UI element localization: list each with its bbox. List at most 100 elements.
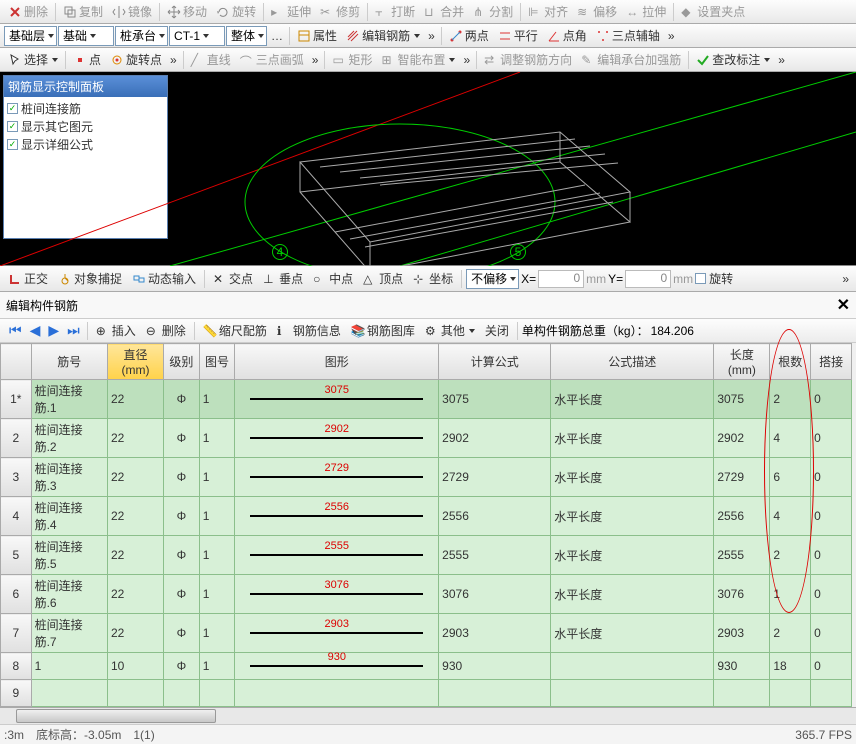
info-btn[interactable]: ℹ钢筋信息	[273, 321, 345, 340]
cell-desc[interactable]: 水平长度	[551, 380, 714, 419]
cell-dia[interactable]: 22	[107, 380, 163, 419]
table-row[interactable]: 1*桩间连接筋.122Φ130753075水平长度307520	[1, 380, 852, 419]
cell-empty[interactable]	[714, 680, 770, 707]
cell-dia[interactable]: 10	[107, 653, 163, 680]
cell-shape[interactable]: 2902	[235, 419, 439, 458]
table-row[interactable]: 5桩间连接筋.522Φ125552555水平长度255520	[1, 536, 852, 575]
row-num[interactable]: 9	[1, 680, 32, 707]
element-select[interactable]: 桩承台	[115, 26, 168, 46]
col-len[interactable]: 长度(mm)	[714, 344, 770, 380]
rotpoint-btn[interactable]: 旋转点	[106, 50, 166, 69]
cell-cnt[interactable]: 4	[770, 419, 811, 458]
cell-grade[interactable]: Φ	[164, 419, 200, 458]
more-6[interactable]: »	[460, 53, 473, 67]
cell-cnt[interactable]: 18	[770, 653, 811, 680]
trim-btn[interactable]: ✂修剪	[316, 2, 364, 21]
cell-len[interactable]: 930	[714, 653, 770, 680]
more-7[interactable]: »	[775, 53, 788, 67]
cell-grade[interactable]: Φ	[164, 575, 200, 614]
cell-calc[interactable]: 3075	[439, 380, 551, 419]
cell-desc[interactable]: 水平长度	[551, 419, 714, 458]
first-btn[interactable]: ⏮	[6, 322, 25, 339]
more-snap[interactable]: »	[839, 272, 852, 286]
x-input[interactable]: 0	[538, 270, 584, 288]
table-row[interactable]: 3桩间连接筋.322Φ127292729水平长度272960	[1, 458, 852, 497]
more-1[interactable]: …	[268, 29, 286, 43]
setgrip-btn[interactable]: ◆设置夹点	[677, 2, 749, 21]
select-btn[interactable]: 选择	[4, 50, 62, 69]
rot-chk[interactable]: ✓旋转	[695, 270, 733, 287]
delete-row-btn[interactable]: ⊖删除	[142, 321, 190, 340]
table-row[interactable]: 9	[1, 680, 852, 707]
delete-btn[interactable]: 删除	[4, 2, 52, 21]
ortho-btn[interactable]: 正交	[4, 269, 52, 288]
cell-name[interactable]: 桩间连接筋.5	[31, 536, 107, 575]
cell-shape[interactable]: 2555	[235, 536, 439, 575]
insert-btn[interactable]: ⊕插入	[92, 321, 140, 340]
cell-lap[interactable]: 0	[811, 380, 852, 419]
lib-btn[interactable]: 📚钢筋图库	[347, 321, 419, 340]
cell-calc[interactable]: 2556	[439, 497, 551, 536]
next-btn[interactable]: ▶	[45, 322, 62, 339]
stretch-btn[interactable]: ↔拉伸	[622, 2, 670, 21]
col-calc[interactable]: 计算公式	[439, 344, 551, 380]
smart-btn[interactable]: ⊞智能布置	[377, 50, 459, 69]
viewmark-btn[interactable]: 查改标注	[692, 50, 774, 69]
prev-btn[interactable]: ◀	[27, 322, 44, 339]
cell-lap[interactable]: 0	[811, 458, 852, 497]
cell-desc[interactable]: 水平长度	[551, 575, 714, 614]
offset-select[interactable]: 不偏移	[466, 269, 519, 289]
cell-cnt[interactable]: 6	[770, 458, 811, 497]
pt-angle-btn[interactable]: 点角	[543, 26, 591, 45]
scale-btn[interactable]: 📏缩尺配筋	[199, 321, 271, 340]
cell-grade[interactable]: Φ	[164, 653, 200, 680]
cell-grade[interactable]: Φ	[164, 497, 200, 536]
perp-btn[interactable]: ⊥垂点	[259, 269, 307, 288]
hscrollbar[interactable]	[0, 707, 856, 724]
cell-grade[interactable]: Φ	[164, 536, 200, 575]
rect-btn[interactable]: ▭矩形	[328, 50, 376, 69]
cell-name[interactable]: 1	[31, 653, 107, 680]
cell-shape[interactable]: 3075	[235, 380, 439, 419]
cell-empty[interactable]	[107, 680, 163, 707]
mid-btn[interactable]: ○中点	[309, 269, 357, 288]
cell-lap[interactable]: 0	[811, 653, 852, 680]
table-row[interactable]: 4桩间连接筋.422Φ125562556水平长度255640	[1, 497, 852, 536]
cell-code[interactable]: 1	[199, 419, 235, 458]
cell-dia[interactable]: 22	[107, 419, 163, 458]
line-btn[interactable]: ╱直线	[187, 50, 235, 69]
cell-code[interactable]: 1	[199, 458, 235, 497]
cell-dia[interactable]: 22	[107, 458, 163, 497]
editcap-btn[interactable]: ✎编辑承台加强筋	[577, 50, 685, 69]
table-row[interactable]: 2桩间连接筋.222Φ129022902水平长度290240	[1, 419, 852, 458]
cell-shape[interactable]: 2556	[235, 497, 439, 536]
cell-lap[interactable]: 0	[811, 536, 852, 575]
cell-empty[interactable]	[199, 680, 235, 707]
rotate-btn[interactable]: 旋转	[212, 2, 260, 21]
more-4[interactable]: »	[167, 53, 180, 67]
cell-dia[interactable]: 22	[107, 575, 163, 614]
cell-empty[interactable]	[439, 680, 551, 707]
cell-len[interactable]: 3075	[714, 380, 770, 419]
cell-desc[interactable]	[551, 653, 714, 680]
cell-lap[interactable]: 0	[811, 497, 852, 536]
copy-btn[interactable]: 复制	[59, 2, 107, 21]
col-cnt[interactable]: 根数	[770, 344, 811, 380]
cell-desc[interactable]: 水平长度	[551, 536, 714, 575]
move-btn[interactable]: 移动	[163, 2, 211, 21]
code-select[interactable]: CT-1	[169, 26, 225, 46]
row-num[interactable]: 4	[1, 497, 32, 536]
align-btn[interactable]: ⊫对齐	[524, 2, 572, 21]
cell-calc[interactable]: 2555	[439, 536, 551, 575]
split-btn[interactable]: ⋔分割	[469, 2, 517, 21]
cell-dia[interactable]: 22	[107, 497, 163, 536]
apex-btn[interactable]: △顶点	[359, 269, 407, 288]
viewport-3d[interactable]: 钢筋显示控制面板 ✓桩间连接筋 ✓显示其它图元 ✓显示详细公式 4 5	[0, 72, 856, 266]
more-5[interactable]: »	[309, 53, 322, 67]
layer-select[interactable]: 基础层	[4, 26, 57, 46]
col-lap[interactable]: 搭接	[811, 344, 852, 380]
three-pt-btn[interactable]: 三点辅轴	[592, 26, 664, 45]
cell-code[interactable]: 1	[199, 497, 235, 536]
other-btn[interactable]: ⚙其他	[421, 321, 479, 340]
cell-shape[interactable]: 930	[235, 653, 439, 680]
